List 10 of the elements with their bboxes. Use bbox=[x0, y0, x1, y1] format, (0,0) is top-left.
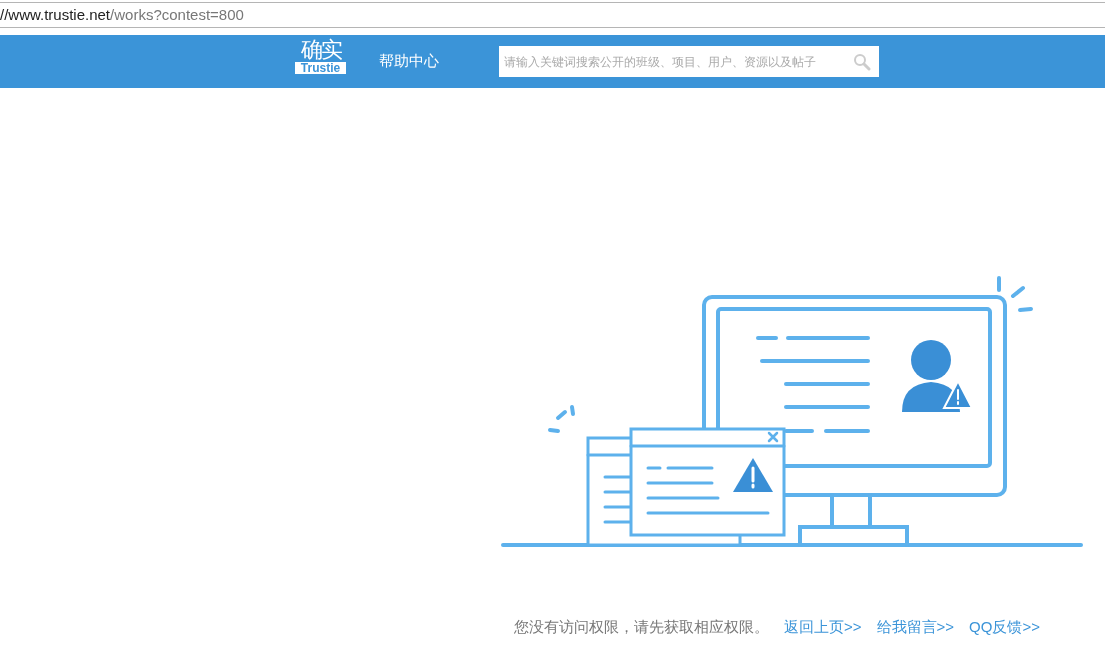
footer-link[interactable]: 返回上页>> bbox=[784, 616, 862, 639]
search-icon[interactable] bbox=[853, 52, 871, 71]
logo[interactable]: 确实 Trustie bbox=[295, 38, 346, 85]
footer-link[interactable]: QQ反馈>> bbox=[969, 616, 1040, 639]
url-text: //www.trustie.net/works?contest=800 bbox=[0, 4, 244, 25]
search-field[interactable]: 请输入关键词搜索公开的班级、项目、用户、资源以及帖子 bbox=[499, 46, 879, 77]
no-permission-message: 您没有访问权限，请先获取相应权限。 bbox=[514, 617, 769, 637]
address-bar[interactable]: //www.trustie.net/works?contest=800 bbox=[0, 2, 1105, 28]
help-center-link[interactable]: 帮助中心 bbox=[379, 50, 439, 73]
footer-link[interactable]: 给我留言>> bbox=[876, 616, 955, 639]
